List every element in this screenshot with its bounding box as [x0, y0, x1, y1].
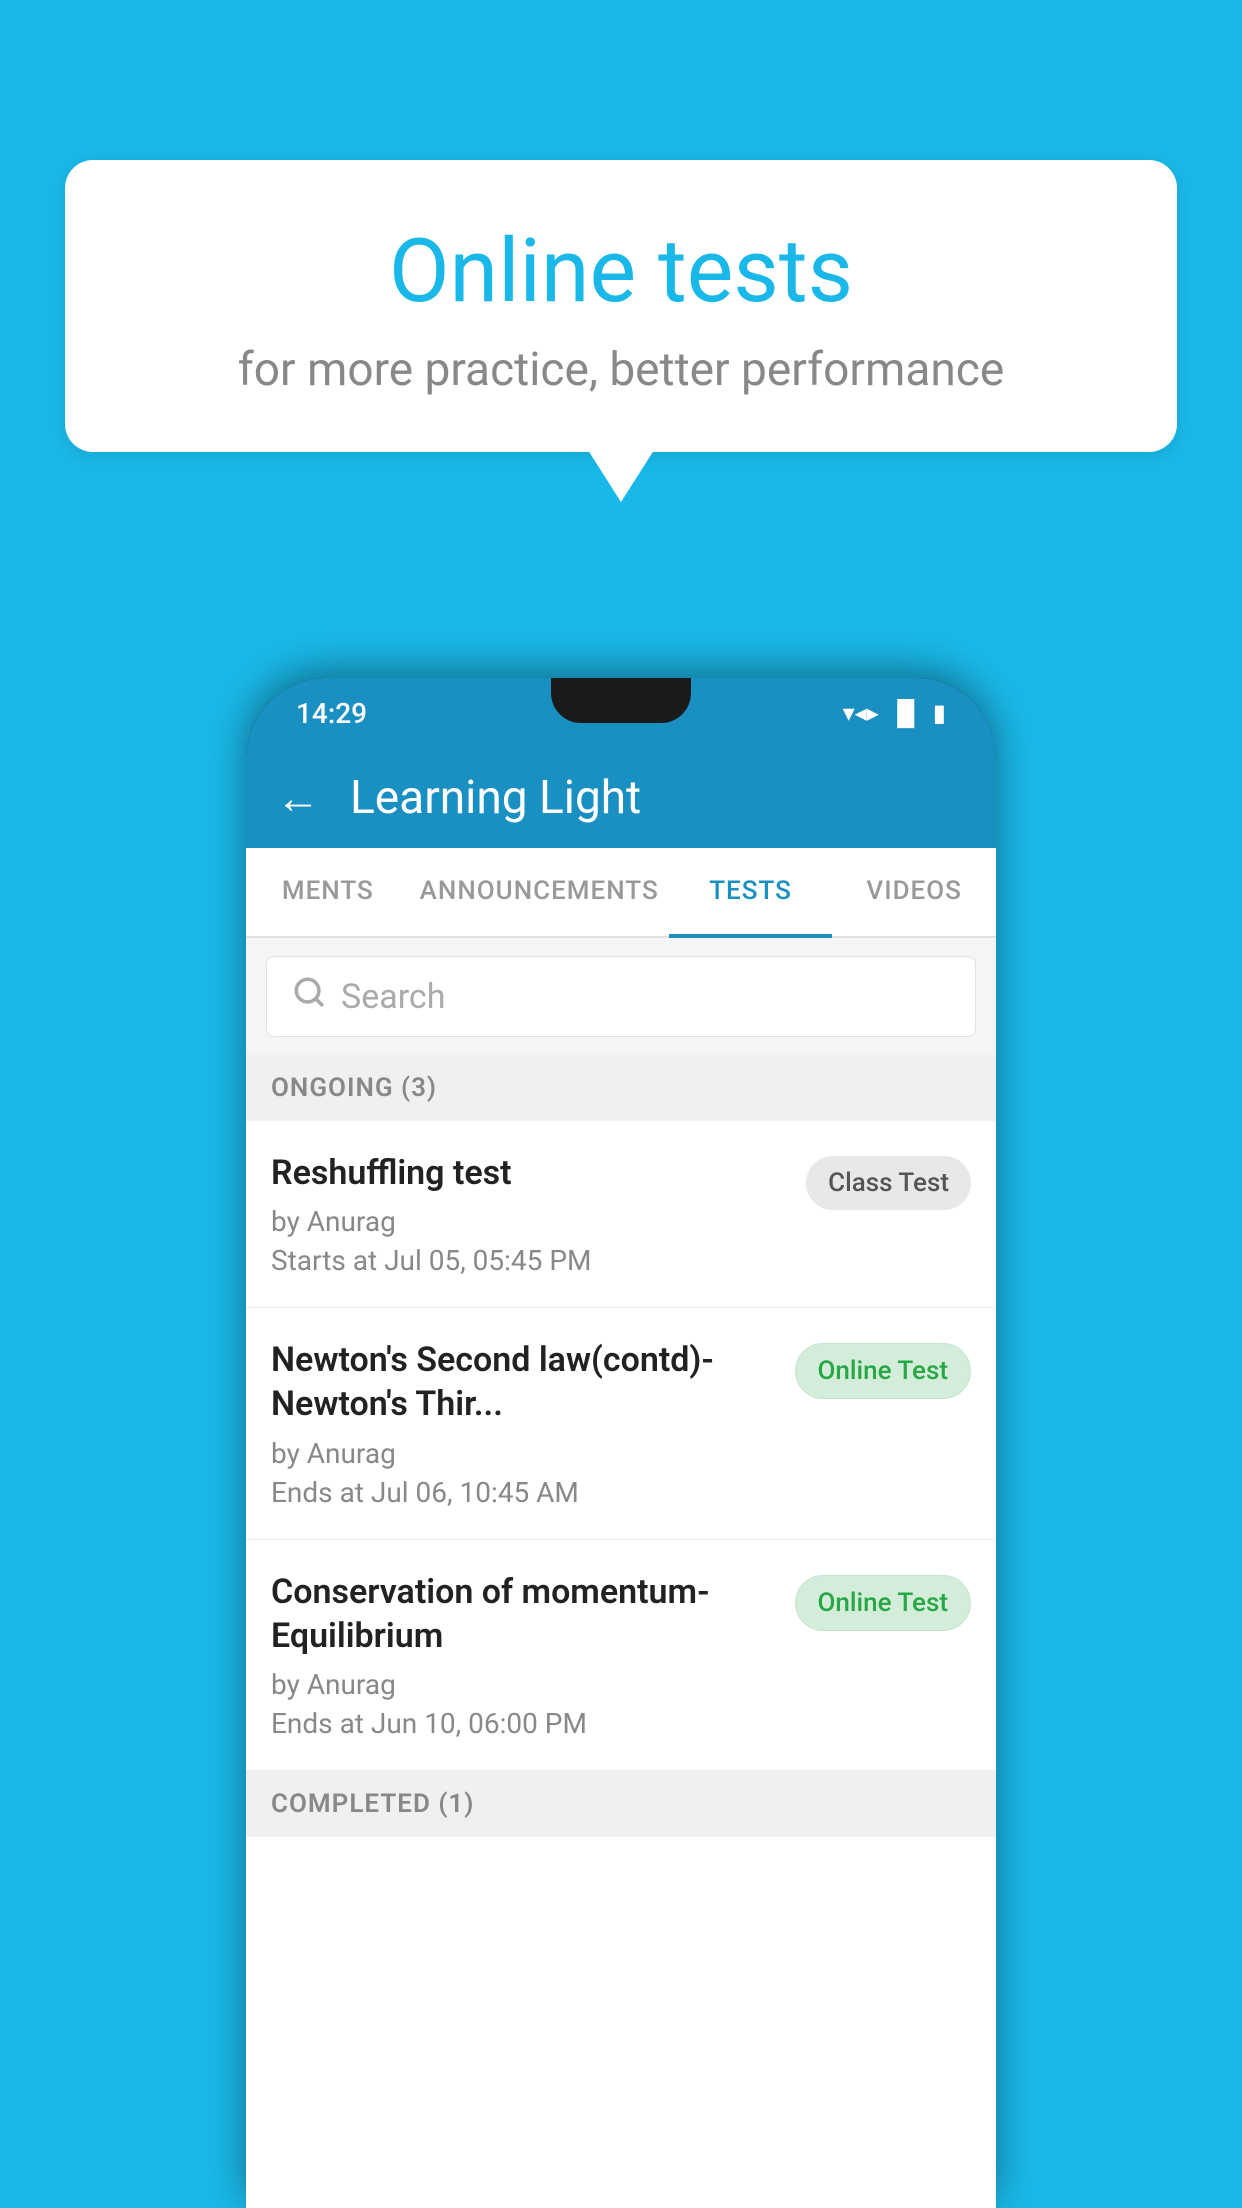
test-item-reshuffling[interactable]: Reshuffling test by Anurag Starts at Jul… [246, 1121, 996, 1308]
tab-tests[interactable]: TESTS [669, 848, 833, 938]
test-info-reshuffling: Reshuffling test by Anurag Starts at Jul… [271, 1151, 806, 1277]
wifi-icon: ▾◂▸ [843, 699, 879, 727]
test-date-conservation: Ends at Jun 10, 06:00 PM [271, 1707, 775, 1740]
status-icons: ▾◂▸ ▐▌ ▮ [843, 699, 946, 728]
tab-announcements[interactable]: ANNOUNCEMENTS [410, 848, 669, 936]
test-badge-newtons: Online Test [795, 1343, 972, 1399]
phone-notch [551, 678, 691, 723]
search-placeholder: Search [341, 977, 445, 1017]
test-date-newtons: Ends at Jul 06, 10:45 AM [271, 1476, 775, 1509]
tab-ments[interactable]: MENTS [246, 848, 410, 936]
tabs-bar: MENTS ANNOUNCEMENTS TESTS VIDEOS [246, 848, 996, 938]
test-info-newtons: Newton's Second law(contd)-Newton's Thir… [271, 1338, 795, 1508]
test-title-reshuffling: Reshuffling test [271, 1151, 786, 1195]
speech-bubble: Online tests for more practice, better p… [65, 160, 1177, 452]
test-item-conservation[interactable]: Conservation of momentum-Equilibrium by … [246, 1540, 996, 1771]
tab-videos[interactable]: VIDEOS [832, 848, 996, 936]
search-icon [292, 975, 326, 1018]
search-box[interactable]: Search [266, 956, 976, 1037]
app-header: ← Learning Light [246, 748, 996, 848]
phone-screen: MENTS ANNOUNCEMENTS TESTS VIDEOS [246, 848, 996, 2208]
app-title: Learning Light [350, 771, 641, 825]
test-title-newtons: Newton's Second law(contd)-Newton's Thir… [271, 1338, 775, 1426]
completed-section-header: COMPLETED (1) [246, 1771, 996, 1837]
test-info-conservation: Conservation of momentum-Equilibrium by … [271, 1570, 795, 1740]
speech-bubble-subtitle: for more practice, better performance [115, 343, 1127, 397]
back-button[interactable]: ← [276, 772, 320, 824]
battery-icon: ▮ [933, 699, 946, 727]
speech-bubble-title: Online tests [115, 220, 1127, 323]
test-badge-reshuffling: Class Test [806, 1156, 971, 1210]
signal-icon: ▐▌ [889, 699, 923, 728]
test-item-newtons[interactable]: Newton's Second law(contd)-Newton's Thir… [246, 1308, 996, 1539]
test-badge-conservation: Online Test [795, 1575, 972, 1631]
phone-frame: 14:29 ▾◂▸ ▐▌ ▮ ← Learning Light MENTS AN… [246, 678, 996, 2208]
test-date-reshuffling: Starts at Jul 05, 05:45 PM [271, 1244, 786, 1277]
test-author-reshuffling: by Anurag [271, 1205, 786, 1238]
status-bar: 14:29 ▾◂▸ ▐▌ ▮ [246, 678, 996, 748]
search-container: Search [246, 938, 996, 1055]
test-author-conservation: by Anurag [271, 1668, 775, 1701]
ongoing-section-header: ONGOING (3) [246, 1055, 996, 1121]
test-author-newtons: by Anurag [271, 1437, 775, 1470]
status-time: 14:29 [296, 697, 367, 730]
test-title-conservation: Conservation of momentum-Equilibrium [271, 1570, 775, 1658]
